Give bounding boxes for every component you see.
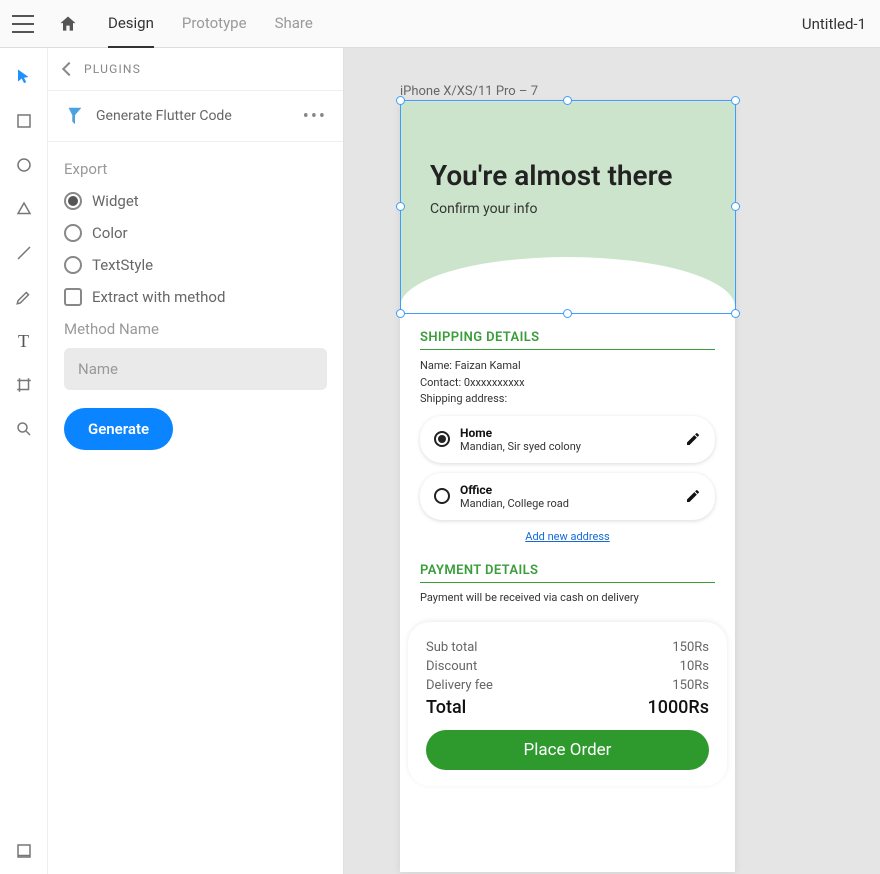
select-tool-icon[interactable] bbox=[13, 66, 35, 88]
zoom-tool-icon[interactable] bbox=[13, 418, 35, 440]
summary-value: 10Rs bbox=[680, 659, 709, 674]
total-label: Total bbox=[426, 697, 466, 718]
radio-unselected-icon bbox=[64, 256, 82, 274]
artboard[interactable]: You're almost there Confirm your info SH… bbox=[400, 102, 735, 872]
address-subtitle: Mandian, College road bbox=[460, 497, 685, 510]
tab-share[interactable]: Share bbox=[275, 0, 313, 48]
polygon-tool-icon[interactable] bbox=[13, 198, 35, 220]
summary-label: Discount bbox=[426, 659, 477, 674]
address-card-home[interactable]: Home Mandian, Sir syed colony bbox=[420, 416, 715, 463]
shipping-header: SHIPPING DETAILS bbox=[420, 330, 715, 350]
payment-header: PAYMENT DETAILS bbox=[420, 563, 715, 583]
document-title: Untitled-1 bbox=[802, 15, 868, 33]
checkbox-unchecked-icon bbox=[64, 288, 82, 306]
extract-with-method-checkbox[interactable]: Extract with method bbox=[64, 288, 327, 306]
method-name-label: Method Name bbox=[64, 320, 327, 338]
address-card-office[interactable]: Office Mandian, College road bbox=[420, 473, 715, 520]
address-subtitle: Mandian, Sir syed colony bbox=[460, 440, 685, 453]
summary-card: Sub total 150Rs Discount 10Rs Delivery f… bbox=[408, 622, 727, 786]
summary-row-delivery: Delivery fee 150Rs bbox=[426, 678, 709, 693]
artboard-tool-icon[interactable] bbox=[13, 374, 35, 396]
left-toolbar: T bbox=[0, 48, 48, 874]
hero-subtitle: Confirm your info bbox=[430, 201, 705, 217]
summary-value: 150Rs bbox=[672, 640, 709, 655]
option-label: Extract with method bbox=[92, 288, 225, 306]
summary-row-subtotal: Sub total 150Rs bbox=[426, 640, 709, 655]
artboard-label[interactable]: iPhone X/XS/11 Pro – 7 bbox=[400, 84, 538, 99]
summary-label: Sub total bbox=[426, 640, 477, 655]
option-label: Color bbox=[92, 224, 128, 242]
summary-total-row: Total 1000Rs bbox=[426, 697, 709, 718]
generate-button[interactable]: Generate bbox=[64, 408, 173, 450]
radio-unselected-icon bbox=[434, 488, 450, 504]
assets-panel-icon[interactable] bbox=[13, 840, 35, 862]
payment-note: Payment will be received via cash on del… bbox=[420, 591, 715, 604]
tab-prototype[interactable]: Prototype bbox=[182, 0, 247, 48]
hamburger-menu-icon[interactable] bbox=[12, 15, 34, 33]
tab-design[interactable]: Design bbox=[108, 0, 154, 48]
design-canvas[interactable]: iPhone X/XS/11 Pro – 7 You're almost the… bbox=[344, 48, 880, 874]
home-icon[interactable] bbox=[58, 14, 78, 34]
shipping-meta: Name: Faizan Kamal Contact: 0xxxxxxxxxx … bbox=[420, 358, 715, 408]
export-section-title: Export bbox=[64, 160, 327, 178]
text-tool-icon[interactable]: T bbox=[13, 330, 35, 352]
pen-tool-icon[interactable] bbox=[13, 286, 35, 308]
method-name-input[interactable] bbox=[64, 348, 327, 390]
option-label: Widget bbox=[92, 192, 139, 210]
line-tool-icon[interactable] bbox=[13, 242, 35, 264]
place-order-button[interactable]: Place Order bbox=[426, 730, 709, 770]
plugin-panel: PLUGINS Generate Flutter Code ••• Export… bbox=[48, 48, 344, 874]
shipping-section: SHIPPING DETAILS Name: Faizan Kamal Cont… bbox=[400, 316, 735, 543]
shipping-name: Name: Faizan Kamal bbox=[420, 358, 715, 375]
mode-tabs: Design Prototype Share bbox=[108, 0, 313, 48]
back-chevron-icon[interactable] bbox=[62, 62, 76, 76]
summary-value: 150Rs bbox=[672, 678, 709, 693]
total-value: 1000Rs bbox=[647, 697, 709, 718]
address-title: Home bbox=[460, 426, 685, 440]
add-address-link[interactable]: Add new address bbox=[420, 530, 715, 543]
export-option-color[interactable]: Color bbox=[64, 224, 327, 242]
edit-icon[interactable] bbox=[685, 488, 701, 504]
payment-section: PAYMENT DETAILS Payment will be received… bbox=[400, 549, 735, 604]
shipping-contact: Contact: 0xxxxxxxxxx bbox=[420, 375, 715, 392]
hero-title: You're almost there bbox=[430, 158, 705, 193]
rectangle-tool-icon[interactable] bbox=[13, 110, 35, 132]
summary-label: Delivery fee bbox=[426, 678, 493, 693]
option-label: TextStyle bbox=[92, 256, 153, 274]
radio-unselected-icon bbox=[64, 224, 82, 242]
edit-icon[interactable] bbox=[685, 431, 701, 447]
plugin-row[interactable]: Generate Flutter Code ••• bbox=[48, 91, 343, 142]
shipping-addr-label: Shipping address: bbox=[420, 391, 715, 408]
panel-header: PLUGINS bbox=[48, 48, 343, 91]
summary-row-discount: Discount 10Rs bbox=[426, 659, 709, 674]
plugin-name: Generate Flutter Code bbox=[96, 108, 232, 124]
export-option-textstyle[interactable]: TextStyle bbox=[64, 256, 327, 274]
more-options-icon[interactable]: ••• bbox=[303, 112, 327, 121]
address-title: Office bbox=[460, 483, 685, 497]
radio-selected-icon bbox=[434, 431, 450, 447]
export-option-widget[interactable]: Widget bbox=[64, 192, 327, 210]
app-topbar: Design Prototype Share Untitled-1 bbox=[0, 0, 880, 48]
ellipse-tool-icon[interactable] bbox=[13, 154, 35, 176]
plugin-logo-icon bbox=[64, 105, 86, 127]
hero-section: You're almost there Confirm your info bbox=[400, 102, 735, 316]
panel-title: PLUGINS bbox=[84, 62, 141, 76]
radio-selected-icon bbox=[64, 192, 82, 210]
